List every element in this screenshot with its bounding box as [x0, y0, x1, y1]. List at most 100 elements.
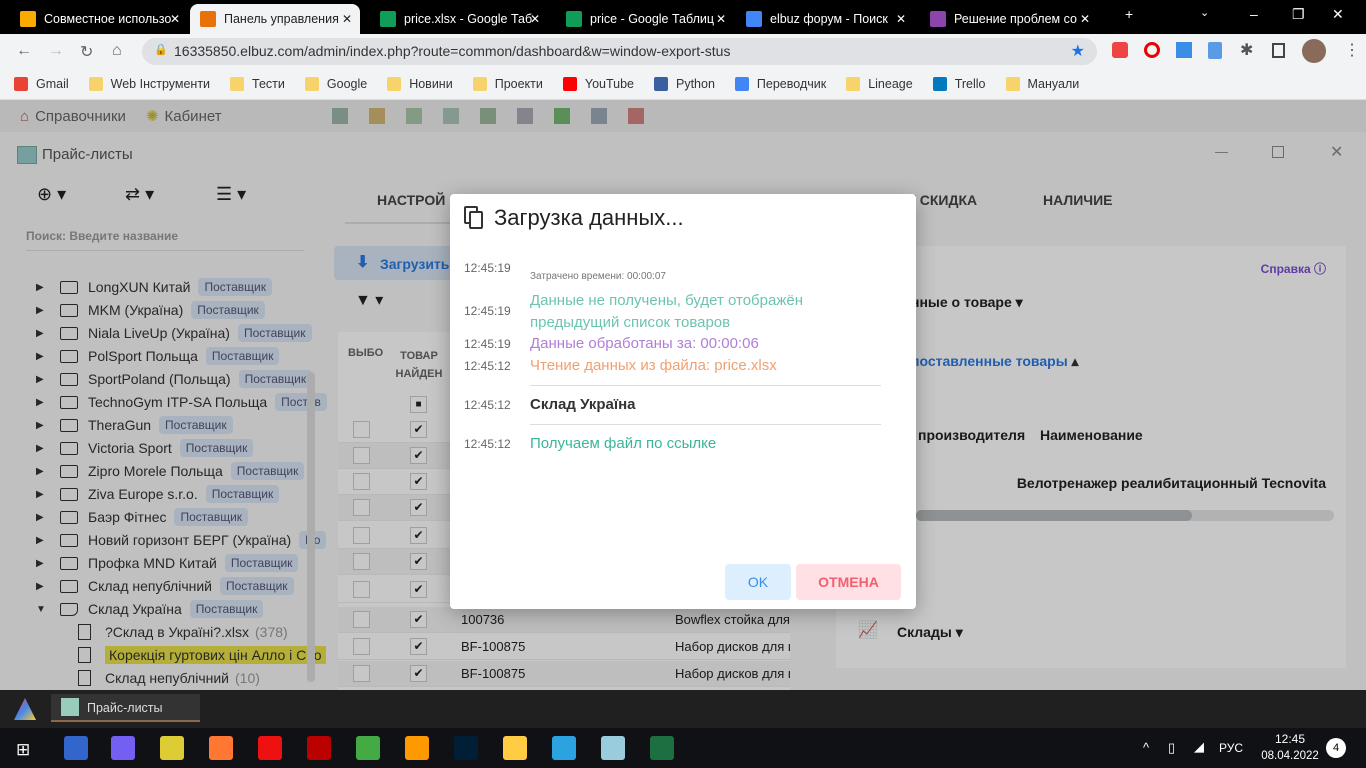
app-taskbar: Прайс-листы — [0, 690, 1366, 728]
bookmark-item[interactable]: Trello — [932, 76, 986, 91]
extension-icon[interactable] — [1112, 42, 1128, 58]
bookmark-label: YouTube — [584, 76, 634, 91]
browser-tab[interactable]: elbuz форум - Поиск ✕ — [736, 4, 914, 34]
bookmark-item[interactable]: Мануали — [1005, 76, 1080, 91]
wifi-icon[interactable]: ◢ — [1194, 739, 1204, 755]
window-label: Прайс-листы — [87, 701, 163, 715]
tab-search-icon[interactable]: ⌄ — [1200, 6, 1209, 19]
filezilla-icon[interactable] — [307, 736, 331, 760]
bookmark-icon — [230, 76, 245, 91]
battery-icon[interactable]: ▯ — [1168, 740, 1175, 756]
google-sheets-icon — [566, 11, 582, 27]
new-tab-button[interactable]: + — [1125, 6, 1133, 22]
close-tab-icon[interactable]: ✕ — [530, 12, 540, 26]
browser-tab[interactable]: price.xlsx - Google Таб ✕ — [370, 4, 548, 34]
tray-expand-icon[interactable]: ^ — [1143, 740, 1149, 755]
opera-extension-icon[interactable] — [1144, 42, 1160, 58]
bookmark-label: Lineage — [868, 76, 913, 91]
bookmark-item[interactable]: Проекти — [472, 76, 543, 91]
close-tab-icon[interactable]: ✕ — [170, 12, 180, 26]
google-sheets-icon — [380, 11, 396, 27]
close-window-button[interactable]: ✕ — [1332, 6, 1344, 23]
bookmark-item[interactable]: Google — [304, 76, 368, 91]
browser-tab[interactable]: Панель управления ✕ — [190, 4, 360, 34]
bookmark-item[interactable]: Тести — [230, 76, 285, 91]
extensions-puzzle-icon[interactable]: ✱ — [1240, 40, 1253, 60]
log-message: Получаем файл по ссылке — [530, 435, 717, 452]
bookmark-item[interactable]: YouTube — [562, 76, 634, 91]
side-panel-icon[interactable] — [1272, 43, 1285, 58]
url-input[interactable]: 🔒 16335850.elbuz.com/admin/index.php?rout… — [142, 38, 1097, 65]
close-tab-icon[interactable]: ✕ — [1080, 12, 1090, 26]
bookmark-item[interactable]: Новини — [387, 76, 453, 91]
google-icon — [746, 11, 762, 27]
close-tab-icon[interactable]: ✕ — [342, 12, 352, 26]
close-tab-icon[interactable]: ✕ — [896, 12, 906, 26]
profile-avatar[interactable] — [1302, 39, 1326, 63]
home-icon[interactable]: ⌂ — [112, 42, 122, 60]
network-icon[interactable] — [160, 736, 184, 760]
ok-button[interactable]: OK — [725, 564, 791, 600]
log-time: 12:45:19 — [464, 304, 511, 318]
bookmark-icon — [88, 76, 103, 91]
firefox-icon[interactable] — [209, 736, 233, 760]
elbuz-fox-icon — [200, 11, 216, 27]
browser-tab-bar: Совместное использо ✕ Панель управления ✕ pr… — [0, 0, 1366, 34]
browser-tab[interactable]: Решение проблем со ✕ — [920, 4, 1098, 34]
clock-date[interactable]: 08.04.2022 — [1255, 750, 1325, 762]
taskbar-window-price-lists[interactable]: Прайс-листы — [51, 694, 200, 722]
notification-center-icon[interactable]: 4 — [1326, 738, 1346, 758]
save-icon[interactable] — [64, 736, 88, 760]
bookmark-label: Google — [326, 76, 368, 91]
bookmark-item[interactable]: Gmail — [14, 76, 69, 91]
viber-icon[interactable] — [111, 736, 135, 760]
tab-title: price.xlsx - Google Таб — [404, 12, 533, 26]
minimize-button[interactable]: – — [1250, 6, 1258, 22]
back-icon[interactable]: ← — [16, 42, 32, 60]
maximize-button[interactable]: ❐ — [1292, 6, 1305, 23]
bookmark-icon — [1005, 76, 1020, 91]
bookmark-icon — [562, 76, 577, 91]
tab-title: Панель управления — [224, 12, 339, 26]
close-tab-icon[interactable]: ✕ — [716, 12, 726, 26]
opera-icon[interactable] — [258, 736, 282, 760]
elbuz-logo-icon — [14, 698, 36, 720]
tab-title: Совместное использо — [44, 12, 172, 26]
bookmark-item[interactable]: Web Інструменти — [88, 76, 210, 91]
photoshop-icon[interactable] — [454, 736, 478, 760]
notepad-icon[interactable] — [601, 736, 625, 760]
menu-kebab-icon[interactable]: ⋮ — [1344, 40, 1360, 60]
bookmark-icon — [472, 76, 487, 91]
divider — [530, 385, 881, 386]
bookmark-icon — [734, 76, 749, 91]
bookmark-label: Мануали — [1027, 76, 1080, 91]
bookmark-label: Проекти — [494, 76, 543, 91]
lock-icon: 🔒 — [154, 44, 168, 56]
address-bar-row: ← → ↻ ⌂ 🔒 16335850.elbuz.com/admin/index.… — [0, 34, 1366, 68]
cancel-button[interactable]: ОТМЕНА — [796, 564, 901, 600]
telegram-icon[interactable] — [552, 736, 576, 760]
bookmark-item[interactable]: Переводчик — [734, 76, 827, 91]
chrome-icon[interactable] — [356, 736, 380, 760]
bookmark-item[interactable]: Lineage — [846, 76, 913, 91]
forward-icon[interactable]: → — [48, 42, 64, 60]
bookmark-label: Переводчик — [756, 76, 827, 91]
browser-tab[interactable]: price - Google Таблиц ✕ — [556, 4, 734, 34]
bookmark-star-icon[interactable]: ★ — [1071, 41, 1085, 61]
download-extension-icon[interactable] — [1176, 42, 1192, 58]
bookmark-icon — [846, 76, 861, 91]
windows-start-icon[interactable]: ⊞ — [16, 740, 30, 760]
bookmark-icon — [654, 76, 668, 91]
sublime-icon[interactable] — [405, 736, 429, 760]
log-time: 12:45:12 — [464, 398, 511, 412]
browser-tab[interactable]: Совместное использо ✕ — [10, 4, 188, 34]
docs-extension-icon[interactable] — [1208, 42, 1222, 59]
excel-icon[interactable] — [650, 736, 674, 760]
file-explorer-icon[interactable] — [503, 736, 527, 760]
language-indicator[interactable]: РУС — [1219, 741, 1243, 755]
clock-time[interactable]: 12:45 — [1265, 732, 1315, 746]
bookmark-icon — [387, 76, 402, 91]
reload-icon[interactable]: ↻ — [80, 42, 93, 62]
bookmark-item[interactable]: Python — [654, 76, 715, 91]
log-time: 12:45:19 — [464, 337, 511, 351]
